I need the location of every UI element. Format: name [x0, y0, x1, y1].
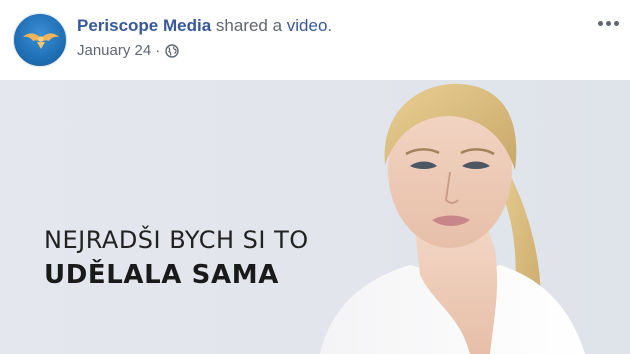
more-options-button[interactable]: [592, 12, 624, 34]
post-header-line: Periscope Media shared a video.: [77, 16, 332, 36]
more-dot: [613, 20, 619, 26]
meta-separator: ·: [155, 42, 161, 59]
post-meta: January 24 ·: [77, 42, 179, 59]
post-header: Periscope Media shared a video. January …: [0, 0, 630, 80]
action-text: shared a: [211, 16, 287, 35]
periscope-logo-icon: [23, 33, 59, 49]
page-avatar[interactable]: [13, 13, 67, 67]
more-horizontal-icon: [597, 20, 603, 26]
video-caption-line2: UDĚLALA SAMA: [44, 260, 279, 290]
page-name-link[interactable]: Periscope Media: [77, 16, 211, 35]
more-dot: [605, 20, 611, 26]
woman-portrait-image: [320, 83, 585, 354]
video-link[interactable]: video: [287, 16, 328, 35]
globe-icon[interactable]: [165, 43, 179, 58]
action-suffix: .: [327, 16, 333, 35]
post-date-link[interactable]: January 24: [77, 42, 151, 59]
video-player[interactable]: NEJRADŠI BYCH SI TO UDĚLALA SAMA: [0, 80, 630, 354]
video-caption-line1: NEJRADŠI BYCH SI TO: [44, 226, 309, 254]
